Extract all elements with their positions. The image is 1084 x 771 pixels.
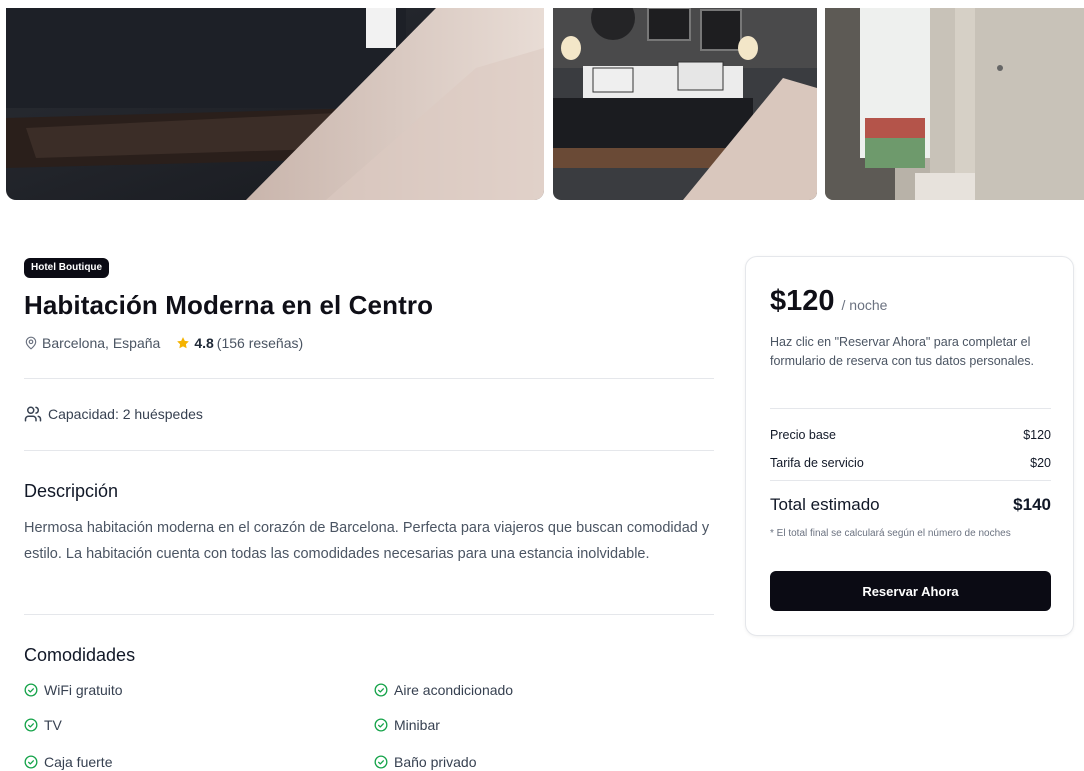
gallery-photo-2[interactable] [553,8,817,200]
price-unit: / noche [841,297,888,313]
rating-value: 4.8 [194,335,214,351]
hotel-room-photo-bedroom-icon [553,8,817,200]
reserve-button[interactable]: Reservar Ahora [770,571,1051,611]
hotel-room-photo-main-icon [6,8,544,200]
gallery-photo-main[interactable] [6,8,544,200]
divider [770,480,1051,481]
capacity-text: Capacidad: 2 huéspedes [48,406,203,422]
booking-hint: Haz clic en "Reservar Ahora" para comple… [770,335,1035,368]
check-circle-icon [374,755,388,769]
base-price-label: Precio base [770,428,837,442]
check-circle-icon [24,755,38,769]
check-circle-icon [24,718,38,732]
amenities-heading: Comodidades [24,645,136,665]
review-count[interactable]: (156 reseñas) [217,335,303,351]
check-circle-icon [24,683,38,697]
amenity-item: Minibar [374,717,440,733]
category-badge: Hotel Boutique [24,258,110,278]
capacity-row: Capacidad: 2 huéspedes [24,405,203,423]
total-note: * El total final se calculará según el n… [770,528,1011,539]
check-circle-icon [374,718,388,732]
star-icon [176,336,190,350]
gallery-photo-3[interactable] [825,8,1084,200]
base-price-value: $120 [1023,428,1051,442]
description-text: Hermosa habitación moderna en el corazón… [24,520,710,562]
price-row-base: Precio base $120 [770,428,1051,442]
price-amount: $120 [770,285,835,317]
amenity-item: Baño privado [374,754,477,770]
total-label: Total estimado [770,495,880,514]
divider [24,450,714,451]
divider [24,378,714,379]
users-icon [24,405,42,423]
listing-meta: Barcelona, España 4.8 (156 reseñas) [24,335,303,351]
page-title: Habitación Moderna en el Centro [24,290,434,320]
booking-card: $120 / noche Haz clic en "Reservar Ahora… [745,256,1074,636]
amenity-item: Caja fuerte [24,754,112,770]
photo-gallery [6,8,1084,200]
service-fee-value: $20 [1030,456,1051,470]
price-row-total: Total estimado $140 [770,495,1051,515]
service-fee-label: Tarifa de servicio [770,456,864,470]
divider [770,408,1051,409]
amenity-label: Baño privado [394,754,477,770]
location-pin-icon [24,336,38,350]
amenity-label: Minibar [394,717,440,733]
price-row-fee: Tarifa de servicio $20 [770,456,1051,470]
amenity-label: Aire acondicionado [394,682,514,698]
check-circle-icon [374,683,388,697]
amenity-label: Caja fuerte [44,754,113,770]
amenity-item: TV [24,717,62,733]
hotel-room-photo-window-icon [825,8,1084,200]
description-heading: Descripción [24,481,119,501]
amenity-item: Aire acondicionado [374,682,513,698]
divider [24,614,714,615]
amenity-label: TV [44,717,62,733]
location-text: Barcelona, España [42,335,161,351]
amenity-label: WiFi gratuito [44,682,123,698]
amenity-item: WiFi gratuito [24,682,123,698]
price-block: $120 / noche [770,285,887,318]
total-value: $140 [1013,495,1051,514]
